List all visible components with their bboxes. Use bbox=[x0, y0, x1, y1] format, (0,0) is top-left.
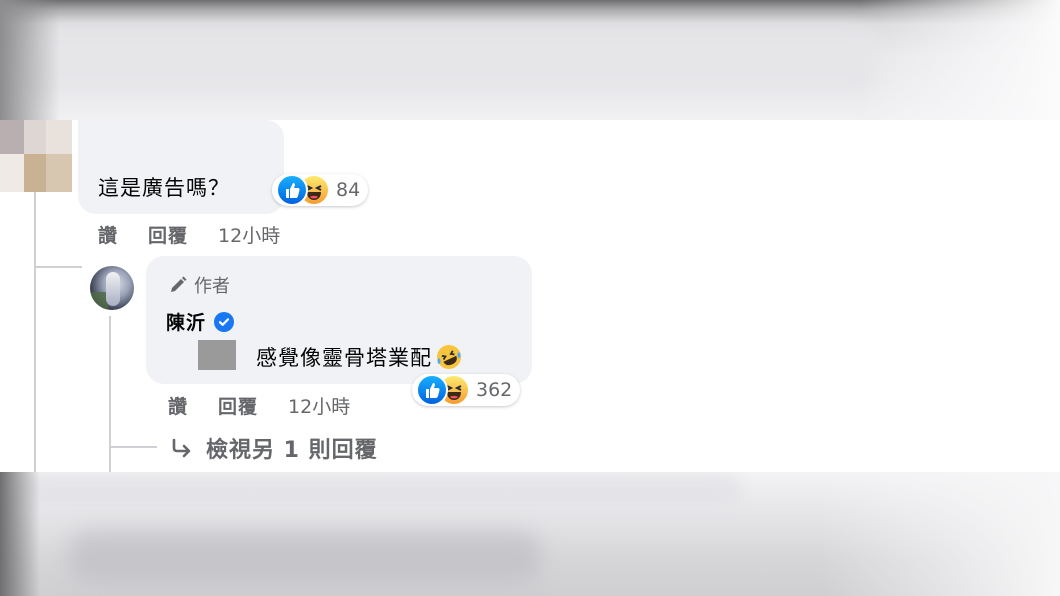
author-badge-label: 作者 bbox=[194, 276, 230, 297]
reply-timestamp[interactable]: 12小時 bbox=[288, 392, 350, 419]
reply-actions: 讚 回覆 12小時 bbox=[168, 392, 350, 419]
reply-text-row: 感覺像靈骨塔業配 bbox=[256, 342, 462, 372]
comment-actions: 讚 回覆 12小時 bbox=[98, 221, 280, 248]
thread-line-vertical bbox=[34, 192, 36, 472]
commenter-avatar-censored[interactable] bbox=[0, 120, 72, 192]
rolling-laughing-emoji-icon bbox=[436, 344, 462, 370]
blurred-header-region bbox=[0, 0, 1060, 120]
author-avatar[interactable] bbox=[90, 266, 134, 310]
reply-action-button[interactable]: 回覆 bbox=[148, 221, 188, 248]
comment-timestamp[interactable]: 12小時 bbox=[218, 221, 280, 248]
reply-author: 陳沂 bbox=[166, 308, 235, 335]
reply-reaction-summary[interactable]: 362 bbox=[412, 374, 521, 406]
view-more-replies-label: 檢視另 1 則回覆 bbox=[206, 438, 378, 463]
verified-badge-icon bbox=[214, 311, 235, 332]
pencil-icon bbox=[168, 275, 188, 295]
view-more-replies-button[interactable]: 檢視另 1 則回覆 bbox=[170, 432, 378, 464]
reaction-summary[interactable]: 84 bbox=[272, 174, 369, 206]
reply-text: 感覺像靈骨塔業配 bbox=[256, 346, 432, 370]
reply-reply-action-button[interactable]: 回覆 bbox=[218, 392, 258, 419]
thread-line-branch-reply bbox=[109, 446, 157, 448]
thread-line-branch bbox=[34, 266, 82, 268]
like-action-button[interactable]: 讚 bbox=[98, 221, 118, 248]
author-badge: 作者 bbox=[168, 272, 230, 298]
reaction-count: 84 bbox=[336, 179, 361, 201]
reply-arrow-icon bbox=[170, 436, 194, 460]
like-reaction-icon bbox=[416, 374, 448, 406]
like-reaction-icon bbox=[276, 174, 308, 206]
comment-thread: 這是廣告嗎？ 84 讚 回覆 12小時 作者 陳沂 感覺像靈骨塔業配 362 讚… bbox=[0, 120, 1060, 472]
author-name-link[interactable]: 陳沂 bbox=[166, 308, 206, 335]
redacted-mention bbox=[198, 340, 236, 370]
thread-line-vertical-reply bbox=[109, 316, 111, 472]
comment-text: 這是廣告嗎？ bbox=[98, 176, 230, 200]
reply-like-action-button[interactable]: 讚 bbox=[168, 392, 188, 419]
reply-reaction-count: 362 bbox=[476, 379, 513, 401]
blurred-footer-region bbox=[0, 472, 1060, 596]
